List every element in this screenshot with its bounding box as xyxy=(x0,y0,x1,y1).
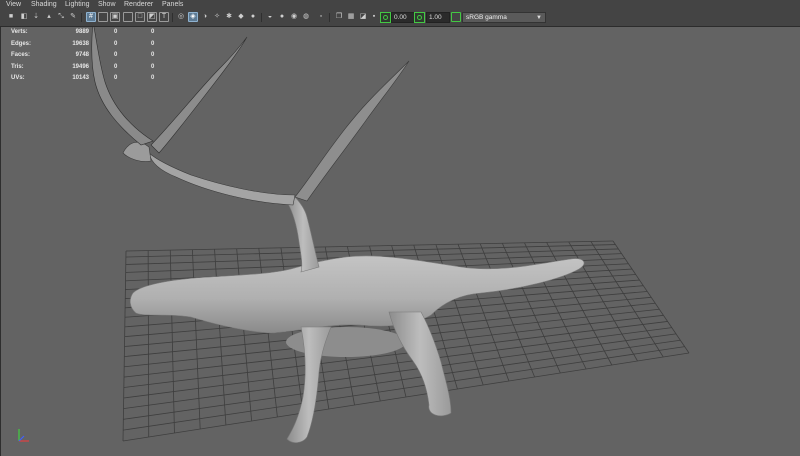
menu-shading[interactable]: Shading xyxy=(31,0,57,10)
xray-active-icon[interactable]: ▦ xyxy=(346,12,356,22)
hud-label: Verts: xyxy=(11,29,28,35)
camera-attributes-icon[interactable]: ◧ xyxy=(19,12,29,22)
chevron-down-icon: ▼ xyxy=(536,15,542,21)
menu-show[interactable]: Show xyxy=(98,0,116,10)
two-d-pan-zoom-icon[interactable]: ⤡ xyxy=(56,12,66,22)
resolution-gate-icon[interactable]: ▣ xyxy=(110,12,120,22)
perspective-viewport[interactable]: Verts: 9889 0 0 Edges: 19638 0 0 Faces: 9748 0 0 Tri… xyxy=(0,27,800,456)
hud-label: Edges: xyxy=(11,40,32,47)
image-plane-icon[interactable]: ▴ xyxy=(44,12,54,22)
hud-value-selected-2: 0 xyxy=(151,75,155,82)
smooth-shade-icon[interactable]: ◑ xyxy=(200,12,210,22)
hud-value: 10143 xyxy=(72,75,89,82)
hud-value: 9889 xyxy=(75,29,89,35)
gate-mask-icon[interactable] xyxy=(123,12,133,22)
depth-of-field-icon[interactable]: ◍ xyxy=(301,12,311,22)
hud-value: 19496 xyxy=(72,63,89,70)
shadows-icon[interactable]: ● xyxy=(248,12,258,22)
multisample-aa-icon[interactable]: ◉ xyxy=(289,12,299,22)
menu-renderer[interactable]: Renderer xyxy=(124,0,153,10)
wireframe-icon[interactable]: ◈ xyxy=(188,12,198,22)
hud-label: Faces: xyxy=(11,52,31,59)
hud-row: Verts: 9889 0 0 xyxy=(11,27,171,39)
hud-value-selected-2: 0 xyxy=(151,52,155,59)
menu-lighting[interactable]: Lighting xyxy=(65,0,90,10)
hud-value-selected: 0 xyxy=(114,29,118,35)
menu-panels[interactable]: Panels xyxy=(162,0,183,10)
grid-toggle-icon[interactable]: # xyxy=(86,12,96,22)
screen-space-ao-icon[interactable]: ◒ xyxy=(265,12,275,22)
view-axis-icon xyxy=(18,429,29,442)
use-all-lights-icon[interactable]: ▪ xyxy=(369,12,379,22)
hud-row: UVs: 10143 0 0 xyxy=(11,73,171,85)
poly-count-hud: Verts: 9889 0 0 Edges: 19638 0 0 Faces: 9748 0 0 Tri… xyxy=(11,27,171,85)
field-chart-icon[interactable]: □ xyxy=(135,12,145,22)
gamma-toggle-icon[interactable] xyxy=(414,12,425,23)
xray-joints-icon[interactable]: ❐ xyxy=(334,12,344,22)
isolate-select-icon[interactable]: ◎ xyxy=(176,12,186,22)
safe-action-icon[interactable]: ◩ xyxy=(147,12,157,22)
xray-icon[interactable]: ✱ xyxy=(224,12,234,22)
wireframe-on-shaded-icon[interactable]: ✧ xyxy=(212,12,222,22)
hud-label: UVs: xyxy=(11,75,25,82)
hud-value: 19638 xyxy=(72,40,89,47)
grease-pencil-icon[interactable]: ✎ xyxy=(68,12,78,22)
camera-icon[interactable]: ■ xyxy=(6,12,16,22)
hud-row: Edges: 19638 0 0 xyxy=(11,39,171,51)
hud-row: Faces: 9748 0 0 xyxy=(11,50,171,62)
hud-value-selected-2: 0 xyxy=(151,63,155,70)
hud-value-selected-2: 0 xyxy=(151,29,155,35)
hud-label: Tris: xyxy=(11,63,24,70)
motion-blur-icon[interactable]: ● xyxy=(277,12,287,22)
menu-view[interactable]: View xyxy=(6,0,21,10)
hud-value: 9748 xyxy=(75,52,89,59)
hud-value-selected-2: 0 xyxy=(151,40,155,47)
model-mesh xyxy=(91,27,585,443)
gamma-field[interactable]: 1.00 xyxy=(426,12,450,23)
default-lighting-icon[interactable]: ◆ xyxy=(236,12,246,22)
color-space-dropdown[interactable]: sRGB gamma ▼ xyxy=(462,12,546,23)
scene-canvas[interactable] xyxy=(1,27,800,456)
hud-value-selected: 0 xyxy=(114,40,118,47)
hud-value-selected: 0 xyxy=(114,63,118,70)
hud-value-selected: 0 xyxy=(114,75,118,82)
maya-viewport-window: View Shading Lighting Show Renderer Pane… xyxy=(0,0,800,456)
backface-culling-icon[interactable]: ◪ xyxy=(358,12,368,22)
panel-toolbar: ■ ◧ ⇣ ▴ ⤡ ✎ # ▣ □ ◩ T ◎ ◈ ◑ ✧ ✱ ◆ ● ◒ ● … xyxy=(0,10,800,27)
safe-title-icon[interactable]: T xyxy=(159,12,169,22)
hud-value-selected: 0 xyxy=(114,52,118,59)
view-transform-icon[interactable] xyxy=(451,12,461,22)
bookmarks-icon[interactable]: ⇣ xyxy=(31,12,41,22)
film-gate-icon[interactable] xyxy=(98,12,108,22)
exposure-toggle-icon[interactable] xyxy=(380,12,391,23)
hud-row: Tris: 19496 0 0 xyxy=(11,62,171,74)
exposure-field[interactable]: 0.00 xyxy=(391,12,415,23)
isolate-toggle-icon[interactable]: ▫ xyxy=(316,12,326,22)
color-space-label: sRGB gamma xyxy=(466,14,507,21)
